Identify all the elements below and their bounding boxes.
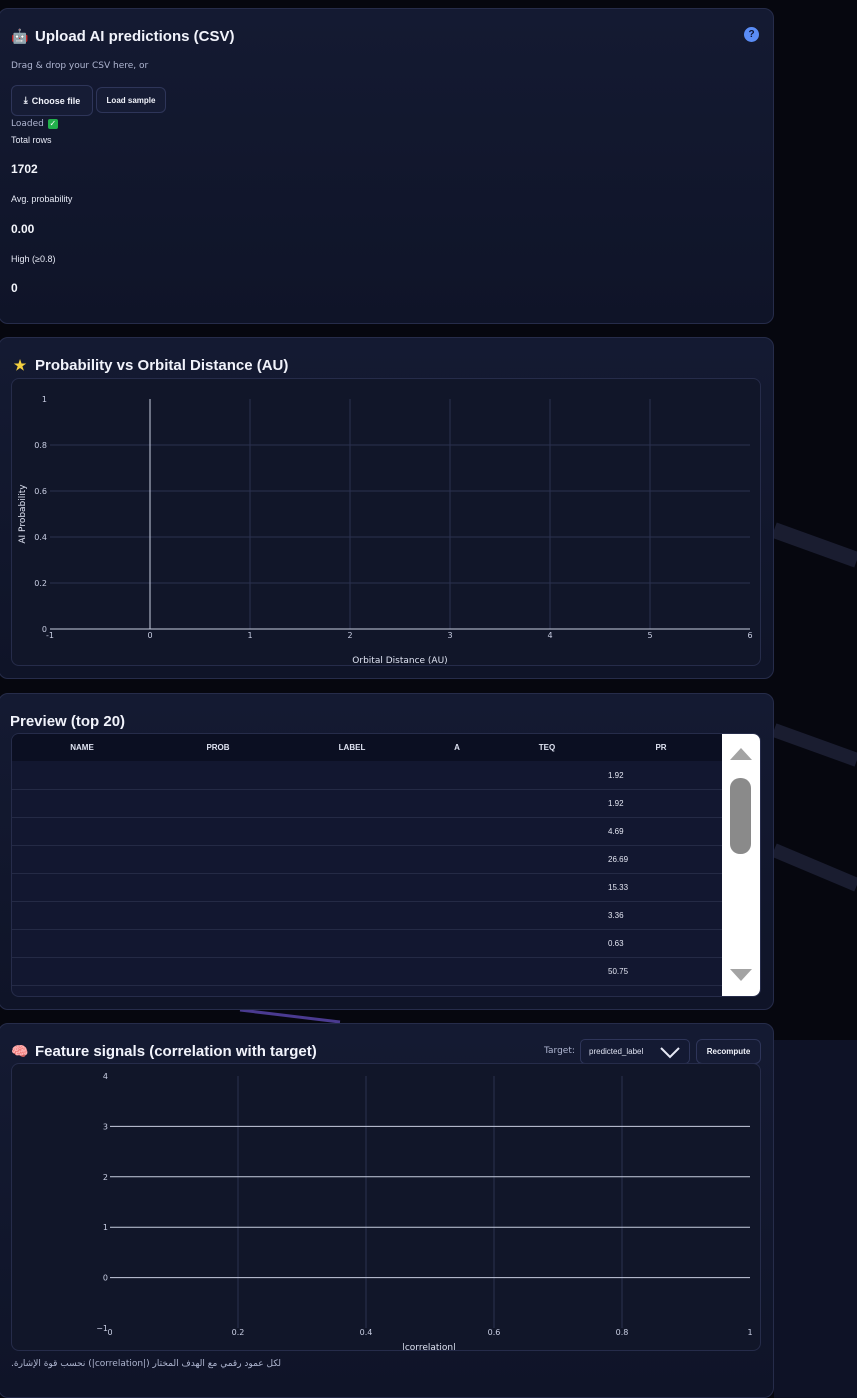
table-cell-pr: 50.75 (608, 967, 629, 976)
table-header: NAME PROB LABEL A TEQ PR (12, 734, 722, 761)
y-tick-label: 0.4 (34, 533, 47, 542)
stat-total-rows-value: 1702 (11, 162, 38, 176)
table-scrollbar[interactable] (722, 734, 760, 996)
upload-arrow-icon: ⤓ (23, 95, 28, 105)
stat-avg-probability-value: 0.00 (11, 222, 35, 236)
footnote-text: لكل عمود رقمي مع الهدف المختار (|correla… (11, 1359, 282, 1369)
chevron-down-icon (660, 1047, 680, 1059)
x-tick-label: 1 (747, 1328, 752, 1337)
load-status-text: Loaded (11, 119, 44, 129)
table-row[interactable]: 1.92 (12, 761, 722, 790)
target-label: Target: (544, 1046, 575, 1056)
help-icon[interactable]: ? (744, 27, 759, 42)
scatter-title-text: Probability vs Orbital Distance (AU) (35, 357, 289, 374)
table-cell-pr: 0.63 (608, 939, 624, 948)
x-tick-label: 3 (447, 631, 452, 640)
x-axis-label: Orbital Distance (AU) (352, 656, 447, 665)
x-tick-label: 4 (547, 631, 552, 640)
correlation-chart: 0 0.2 0.4 0.6 0.8 1−101234|correlation| (96, 1072, 752, 1350)
preview-table: NAME PROB LABEL A TEQ PR 1.92 1.92 4.69 26.… (11, 733, 761, 997)
x-tick-label: 2 (347, 631, 352, 640)
y-tick-label: 1 (42, 395, 47, 404)
recompute-button[interactable]: Recompute (696, 1039, 761, 1064)
upload-title: 🤖 Upload AI predictions (CSV) (11, 28, 234, 45)
features-card: 🧠 Feature signals (correlation with targ… (0, 1023, 774, 1398)
table-row[interactable]: 50.75 (12, 957, 722, 986)
preview-title: Preview (top 20) (10, 713, 126, 730)
upload-card: 🤖 Upload AI predictions (CSV) ? Drag & d… (0, 8, 774, 324)
y-tick-label: 2 (103, 1173, 108, 1182)
x-tick-label: 0.4 (360, 1328, 373, 1337)
x-tick-label: 0 (147, 631, 152, 640)
y-tick-label: 0 (103, 1274, 108, 1283)
target-select[interactable]: predicted_label (580, 1039, 690, 1064)
scroll-up-arrow-icon[interactable] (730, 748, 752, 760)
scatter-card: ★ Probability vs Orbital Distance (AU) 0… (0, 337, 774, 679)
choose-file-button[interactable]: ⤓ Choose file (11, 85, 93, 116)
scatter-title: ★ Probability vs Orbital Distance (AU) (11, 357, 289, 374)
scroll-down-arrow-icon[interactable] (730, 969, 752, 981)
x-tick-label: 1 (247, 631, 252, 640)
scatter-plot-panel: 0 0.2 0.4 0.6 0.8 1 -1 0 1 2 3 4 5 6 Orbital Distance … (11, 378, 761, 666)
table-row[interactable]: 15.33 (12, 873, 722, 902)
scroll-thumb[interactable] (730, 778, 751, 854)
stat-high-label: High (≥0.8) (11, 254, 56, 264)
load-sample-button[interactable]: Load sample (96, 87, 166, 113)
table-row[interactable]: 0.63 (12, 929, 722, 958)
x-tick-label: 0.8 (616, 1328, 629, 1337)
stat-high-value: 0 (11, 281, 18, 295)
load-status: Loaded ✓ (11, 119, 58, 129)
column-header-name[interactable]: NAME (70, 743, 94, 752)
y-tick-label: 0.2 (34, 579, 47, 588)
robot-icon: 🤖 (11, 28, 29, 44)
table-row[interactable]: 4.69 (12, 817, 722, 846)
target-select-value: predicted_label (589, 1047, 644, 1056)
y-tick-label: 0.6 (34, 487, 47, 496)
table-row[interactable]: 1.92 (12, 789, 722, 818)
x-tick-label: -1 (46, 631, 54, 640)
column-header-prob[interactable]: PROB (206, 743, 229, 752)
column-header-a[interactable]: A (454, 743, 460, 752)
star-icon: ★ (13, 357, 27, 373)
features-title-text: Feature signals (correlation with target… (35, 1043, 317, 1060)
scatter-chart: 00.20.40.60.81-1 0 1 2 3 4 5 6Orbital Distance … (18, 395, 753, 665)
column-header-teq[interactable]: TEQ (539, 743, 555, 752)
x-tick-label: 0.2 (232, 1328, 245, 1337)
table-cell-pr: 4.69 (608, 827, 624, 836)
y-tick-label: 4 (103, 1072, 108, 1081)
table-cell-pr: 1.92 (608, 771, 624, 780)
y-tick-label: −1 (96, 1324, 108, 1333)
table-cell-pr: 1.92 (608, 799, 624, 808)
preview-card: Preview (top 20) NAME PROB LABEL A TEQ P… (0, 693, 774, 1010)
column-header-label[interactable]: LABEL (339, 743, 366, 752)
table-row[interactable]: 3.36 (12, 901, 722, 930)
y-axis-label: AI Probability (18, 484, 28, 544)
x-tick-label: 0.6 (488, 1328, 501, 1337)
column-header-pr[interactable]: PR (655, 743, 666, 752)
table-row[interactable]: 26.69 (12, 845, 722, 874)
choose-file-label: Choose file (31, 95, 81, 106)
x-tick-label: 6 (747, 631, 752, 640)
table-cell-pr: 26.69 (608, 855, 629, 864)
scrollbar-graphic (730, 748, 752, 981)
check-icon: ✓ (47, 119, 58, 129)
y-tick-label: 0.8 (34, 441, 47, 450)
table-cell-pr: 15.33 (608, 883, 629, 892)
stat-total-rows-label: Total rows (11, 135, 52, 145)
stat-avg-probability-label: Avg. probability (11, 194, 73, 204)
feature-plot-panel: 0 0.2 0.4 0.6 0.8 1 −1 0 1 2 3 4 |correlation| (11, 1063, 761, 1351)
y-tick-label: 3 (103, 1122, 108, 1131)
x-tick-label: 0 (107, 1328, 112, 1337)
x-tick-label: 5 (647, 631, 652, 640)
upload-title-text: Upload AI predictions (CSV) (35, 28, 235, 45)
x-axis-label: |correlation| (402, 1343, 456, 1350)
features-title: 🧠 Feature signals (correlation with targ… (11, 1043, 317, 1060)
drop-zone-text[interactable]: Drag & drop your CSV here, or (11, 61, 148, 71)
brain-icon: 🧠 (11, 1043, 29, 1059)
table-cell-pr: 3.36 (608, 911, 624, 920)
y-tick-label: 1 (103, 1223, 108, 1232)
